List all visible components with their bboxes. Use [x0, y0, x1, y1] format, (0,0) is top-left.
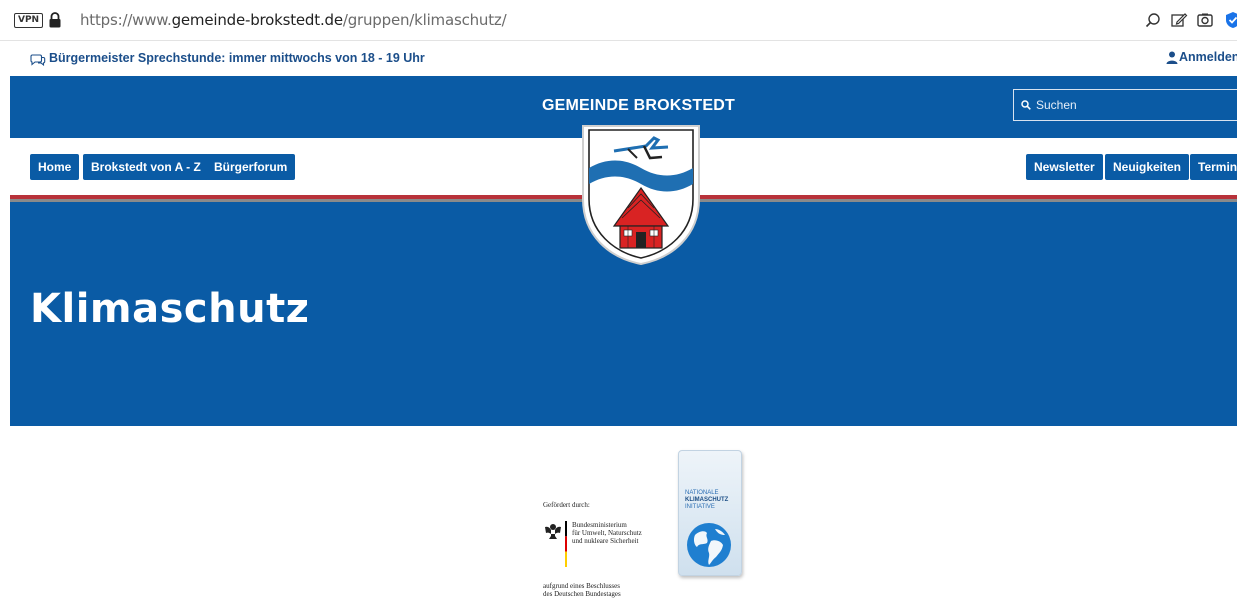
- nav-brokstedt-a-z[interactable]: Brokstedt von A - Z: [83, 154, 209, 180]
- url-path: /gruppen/klimaschutz/: [342, 11, 507, 29]
- search-icon[interactable]: [1021, 100, 1031, 110]
- nki-line-2: KLIMASCHUTZ: [685, 497, 729, 503]
- login-link[interactable]: Anmelden: [1179, 50, 1237, 64]
- resolution-note: aufgrund eines Beschlusses des Deutschen…: [543, 582, 653, 598]
- ministry-line-1: Bundesministerium: [572, 521, 627, 529]
- resolution-line-2: des Deutschen Bundestages: [543, 590, 621, 598]
- shield-check-icon[interactable]: [1224, 11, 1237, 29]
- address-bar[interactable]: https://www.gemeinde-brokstedt.de/gruppe…: [80, 11, 507, 29]
- url-domain: gemeinde-brokstedt.de: [171, 11, 343, 29]
- screenshot-icon[interactable]: [1196, 11, 1214, 29]
- ministry-line-3: und nukleare Sicherheit: [572, 537, 639, 545]
- nki-line-1: NATIONALE: [685, 490, 719, 496]
- ministry-name: Bundesministerium für Umwelt, Naturschut…: [572, 521, 662, 545]
- url-scheme: https://www.: [80, 11, 172, 29]
- nav-newsletter[interactable]: Newsletter: [1026, 154, 1103, 180]
- page-title: Klimaschutz: [30, 286, 310, 332]
- zoom-icon[interactable]: [1144, 11, 1162, 29]
- nki-line-3: INITIATIVE: [685, 504, 715, 510]
- chat-icon: [30, 54, 46, 66]
- user-icon[interactable]: [1166, 51, 1178, 64]
- nki-text: NATIONALE KLIMASCHUTZ INITIATIVE: [685, 490, 728, 511]
- coat-of-arms-logo[interactable]: [580, 124, 702, 266]
- vpn-badge[interactable]: VPN: [14, 13, 44, 28]
- edit-icon[interactable]: [1170, 11, 1188, 29]
- nav-buergerforum[interactable]: Bürgerforum: [206, 154, 296, 180]
- ministry-line-2: für Umwelt, Naturschutz: [572, 529, 642, 537]
- nav-neuigkeiten[interactable]: Neuigkeiten: [1105, 154, 1190, 180]
- german-flag-bar: [565, 521, 567, 567]
- federal-eagle-icon: [545, 524, 561, 539]
- globe-icon: [687, 523, 731, 567]
- office-hours-announcement: Bürgermeister Sprechstunde: immer mittwo…: [49, 51, 425, 65]
- search-input[interactable]: [1036, 94, 1231, 116]
- nav-home[interactable]: Home: [30, 154, 80, 180]
- nav-termine[interactable]: Termine: [1190, 154, 1237, 180]
- lock-icon[interactable]: [48, 11, 62, 29]
- funded-by-label: Gefördert durch:: [543, 501, 590, 509]
- resolution-line-1: aufgrund eines Beschlusses: [543, 582, 620, 590]
